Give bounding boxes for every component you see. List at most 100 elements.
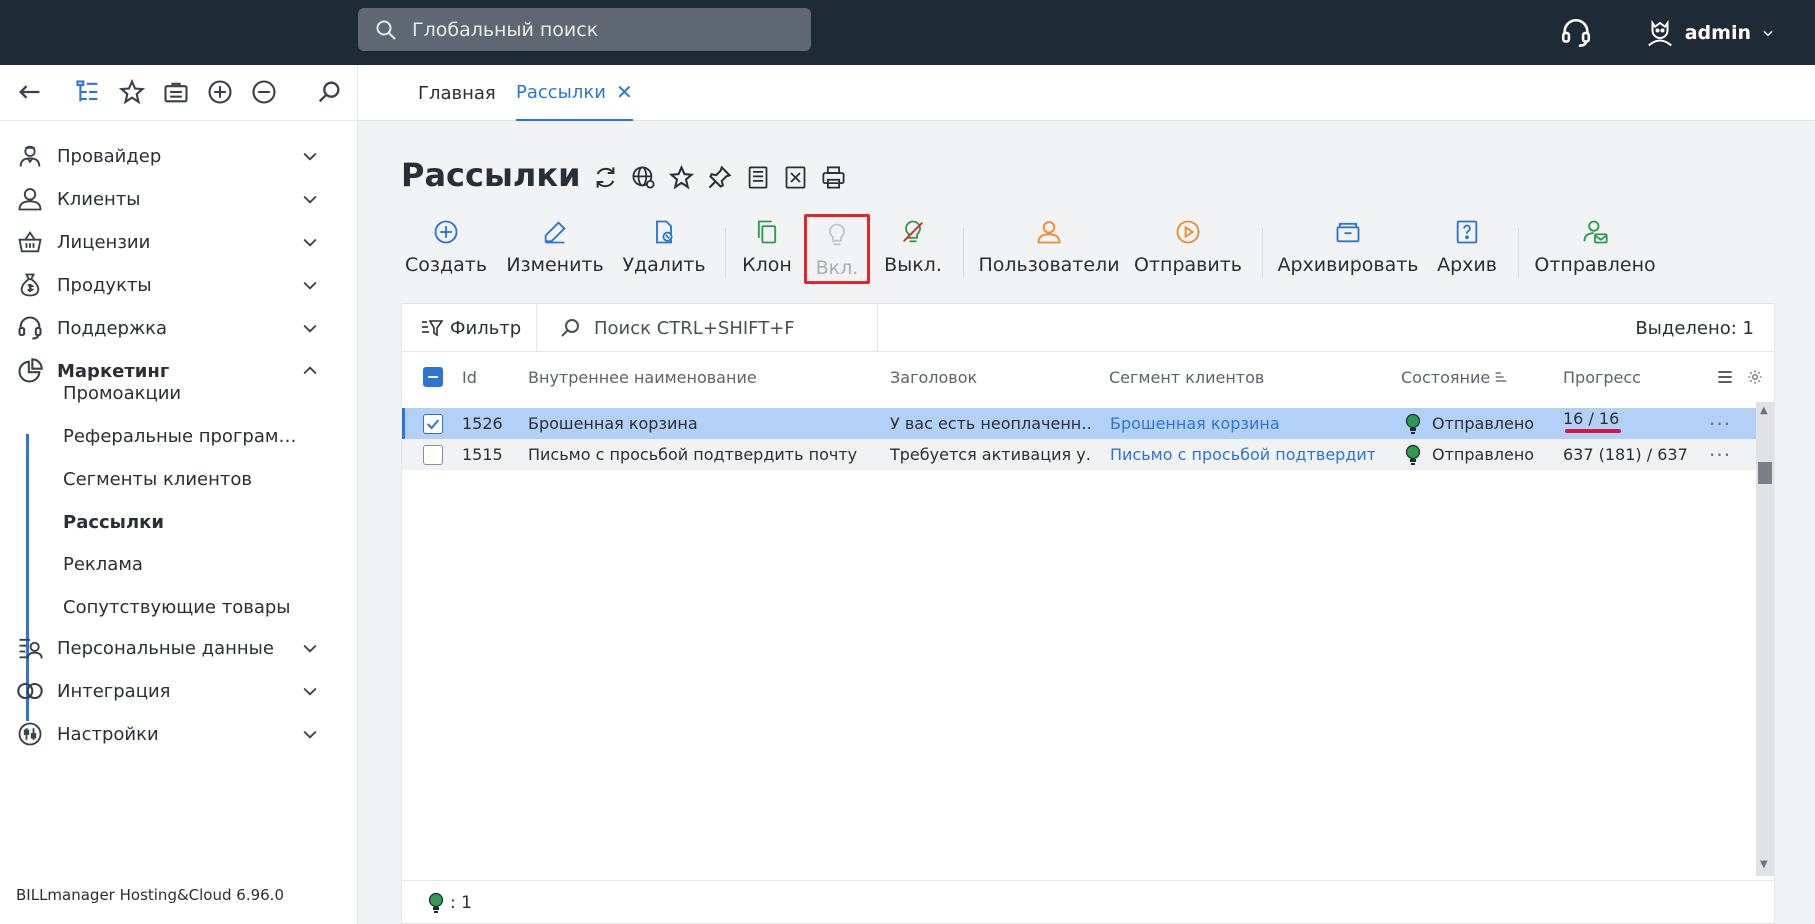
search-icon (561, 319, 579, 337)
excel-export-icon[interactable] (782, 164, 809, 191)
briefcase-list-icon[interactable] (162, 78, 190, 106)
tab-home[interactable]: Главная (418, 65, 496, 121)
star-icon[interactable] (118, 78, 146, 106)
globe-settings-icon[interactable] (630, 164, 657, 191)
sidebar-item-personal-data[interactable]: Персональные данные (0, 626, 358, 670)
scroll-up-icon[interactable]: ▲ (1760, 406, 1770, 416)
document-list-icon[interactable] (744, 164, 771, 191)
archive-button-label: Архивировать (1277, 254, 1419, 276)
sidebar-item-products[interactable]: Продукты (0, 263, 358, 307)
scrollbar-thumb[interactable] (1758, 462, 1772, 484)
send-button-label: Отправить (1134, 254, 1242, 276)
column-header-subject[interactable]: Заголовок (890, 352, 977, 402)
favorite-star-icon[interactable] (668, 164, 695, 191)
column-header-id[interactable]: Id (462, 352, 477, 402)
checkbox-checked (423, 413, 443, 434)
enable-button[interactable]: Вкл. (804, 214, 870, 284)
delete-button[interactable]: Удалить (622, 214, 706, 284)
support-headset-icon[interactable] (1559, 16, 1593, 50)
print-icon[interactable] (820, 164, 847, 191)
collapse-all-icon[interactable] (250, 78, 278, 106)
plus-circle-icon (434, 220, 458, 244)
filter-button[interactable]: Фильтр (420, 304, 521, 352)
send-button[interactable]: Отправить (1134, 214, 1242, 284)
sidebar-item-integration[interactable]: Интеграция (0, 669, 358, 713)
global-search-input[interactable]: Глобальный поиск (358, 8, 811, 51)
cell-id: 1515 (462, 445, 503, 464)
edit-button-label: Изменить (506, 254, 604, 276)
chevron-down-icon (303, 687, 317, 696)
cell-subject: Требуется активация у… (890, 445, 1090, 464)
table-header: Id Внутреннее наименование Заголовок Сег… (402, 352, 1774, 402)
sidebar-item-settings[interactable]: Настройки (0, 712, 358, 756)
sidebar-subitem-referral[interactable]: Реферальные програм… (63, 416, 296, 456)
chevron-down-icon (303, 281, 317, 290)
table-settings-gear-icon[interactable] (1747, 352, 1763, 402)
back-arrow-icon[interactable] (16, 78, 44, 106)
sidebar-item-support[interactable]: Поддержка (0, 306, 358, 350)
integration-icon (17, 682, 43, 700)
expand-all-icon[interactable] (206, 78, 234, 106)
menu-search-icon[interactable] (315, 78, 343, 106)
chevron-down-icon (303, 238, 317, 247)
basket-icon (18, 230, 42, 253)
archive-help-icon (1456, 220, 1478, 244)
sidebar-subitem-segments[interactable]: Сегменты клиентов (63, 459, 252, 499)
mailings-list-panel: Фильтр Поиск CTRL+SHIFT+F Выделено: 1 Id… (401, 303, 1775, 924)
archive-button[interactable]: Архивировать (1278, 214, 1419, 284)
cell-subject: У вас есть неоплаченн… (890, 414, 1090, 433)
state-green-bulb-icon (1405, 444, 1421, 465)
column-header-segment[interactable]: Сегмент клиентов (1109, 352, 1264, 402)
scroll-down-icon[interactable]: ▼ (1760, 860, 1770, 870)
edit-button[interactable]: Изменить (506, 214, 604, 284)
archive-list-button[interactable]: Архив (1437, 214, 1497, 284)
tree-structure-icon[interactable] (74, 78, 102, 106)
column-header-state[interactable]: Состояние (1401, 352, 1509, 402)
settings-sliders-icon (18, 722, 42, 746)
close-tab-icon[interactable]: ✕ (616, 80, 633, 104)
row-checkbox[interactable] (423, 439, 443, 470)
chevron-down-icon (303, 644, 317, 653)
cell-segment-link[interactable]: Брошенная корзина (1110, 408, 1375, 439)
provider-icon (19, 145, 41, 167)
column-header-name[interactable]: Внутреннее наименование (528, 352, 757, 402)
refresh-icon[interactable] (592, 164, 619, 191)
row-more-icon[interactable]: ··· (1709, 439, 1731, 470)
row-more-icon[interactable]: ··· (1709, 408, 1731, 439)
columns-menu-icon[interactable] (1715, 352, 1735, 402)
clone-button[interactable]: Клон (742, 214, 792, 284)
cell-progress: 637 (181) / 637 (1563, 445, 1688, 464)
column-header-state-label: Состояние (1401, 367, 1491, 387)
sidebar-item-provider[interactable]: Провайдер (0, 134, 358, 178)
cell-segment-link[interactable]: Письмо с просьбой подтвердит… (1110, 439, 1375, 470)
chevron-down-icon (1763, 30, 1773, 36)
filter-icon (422, 320, 444, 337)
sidebar-subitem-related-products[interactable]: Сопутствующие товары (63, 587, 291, 627)
disable-button-label: Выкл. (884, 254, 942, 276)
title-toolbar (592, 164, 847, 191)
create-button[interactable]: Создать (405, 214, 487, 284)
row-checkbox[interactable] (423, 408, 443, 439)
column-header-progress[interactable]: Прогресс (1563, 352, 1641, 402)
sidebar-subitem-mailings[interactable]: Рассылки (63, 502, 164, 542)
cell-state: Отправлено (1405, 408, 1534, 439)
list-search-input[interactable]: Поиск CTRL+SHIFT+F (558, 304, 795, 352)
sent-button[interactable]: Отправлено (1534, 214, 1656, 284)
sidebar-toolbar (0, 65, 358, 121)
lightbulb-icon (829, 223, 845, 246)
table-row[interactable]: 1515 Письмо с просьбой подтвердить почту… (402, 439, 1756, 470)
tab-bar: Главная Рассылки ✕ (358, 65, 1815, 121)
table-row[interactable]: 1526 Брошенная корзина У вас есть неопла… (402, 408, 1756, 439)
cell-state: Отправлено (1405, 439, 1534, 470)
users-button[interactable]: Пользователи (978, 214, 1120, 284)
select-all-checkbox[interactable] (423, 352, 443, 402)
tab-mailings[interactable]: Рассылки ✕ (516, 65, 633, 121)
table-scrollbar[interactable]: ▲ ▼ (1756, 402, 1774, 876)
disable-button[interactable]: Выкл. (884, 214, 942, 284)
sidebar-item-clients[interactable]: Клиенты (0, 177, 358, 221)
pin-icon[interactable] (706, 164, 733, 191)
sidebar-item-licenses[interactable]: Лицензии (0, 220, 358, 264)
user-menu[interactable]: admin (1645, 18, 1775, 48)
sidebar-subitem-ads[interactable]: Реклама (63, 544, 143, 584)
sidebar-subitem-promotions[interactable]: Промоакции (63, 373, 181, 413)
